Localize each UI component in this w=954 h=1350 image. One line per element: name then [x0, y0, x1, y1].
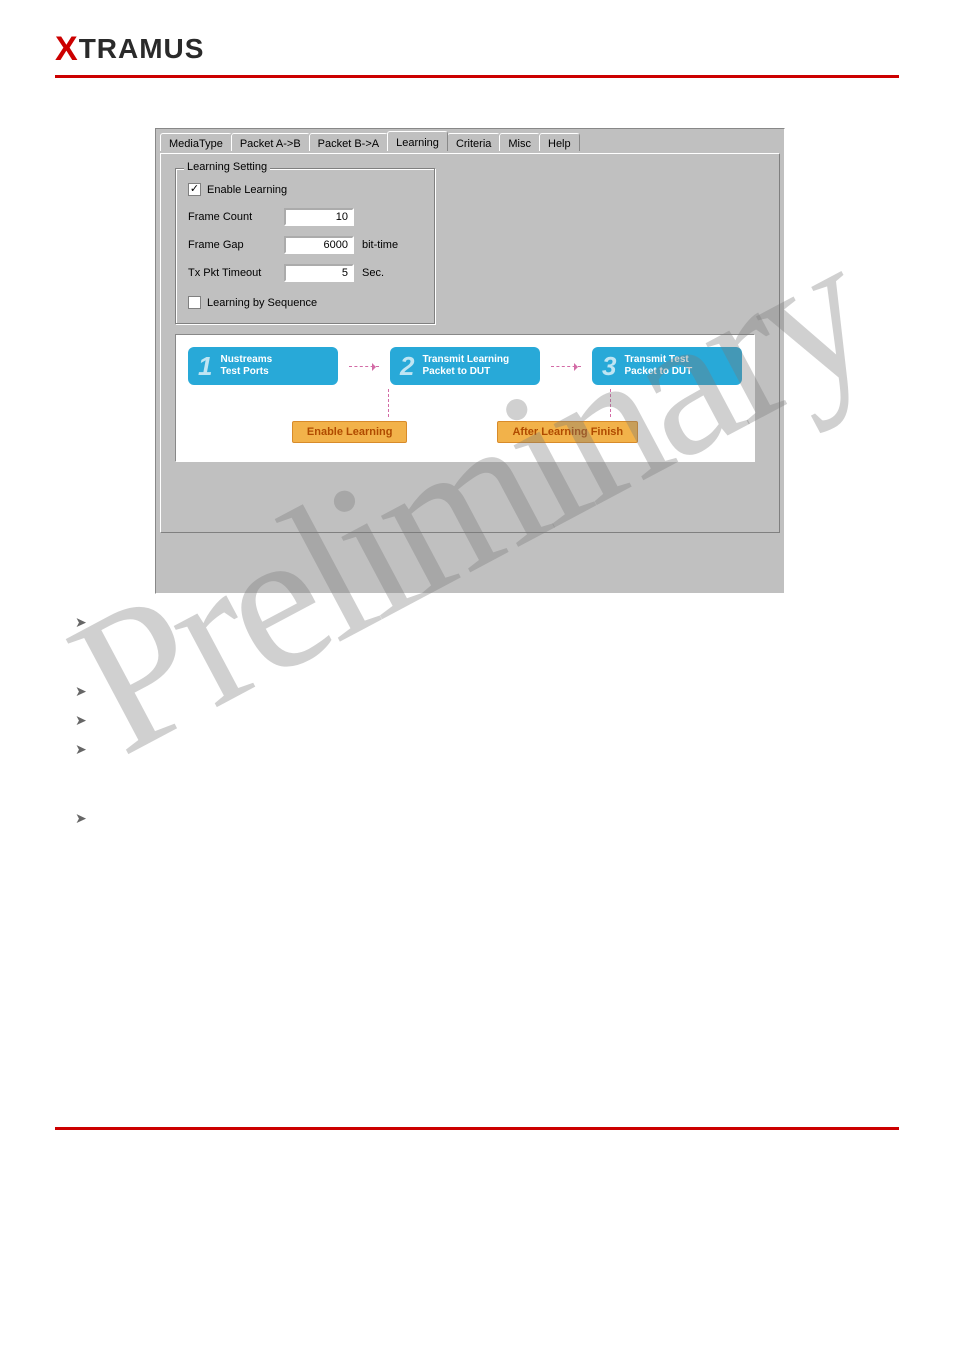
connector-line-icon — [388, 389, 389, 417]
brand-logo: XTRAMUS — [55, 30, 899, 69]
step-2: 2 Transmit Learning Packet to DUT — [390, 347, 540, 385]
enable-learning-checkbox[interactable]: ✓ — [188, 183, 201, 196]
tab-mediatype[interactable]: MediaType — [160, 133, 232, 151]
tx-timeout-input[interactable] — [284, 264, 354, 282]
bullet-list: ➤ ➤ ➤ ➤ ➤ — [75, 614, 899, 827]
tx-timeout-row: Tx Pkt Timeout Sec. — [188, 264, 422, 282]
diagram-steps-row: 1 Nustreams Test Ports 2 Transmit Learni… — [188, 347, 742, 385]
arrow-icon — [349, 366, 379, 367]
frame-count-row: Frame Count — [188, 208, 422, 226]
tx-timeout-unit: Sec. — [362, 267, 384, 279]
tab-packet-a-b[interactable]: Packet A->B — [231, 133, 310, 151]
bullet-icon: ➤ — [75, 810, 87, 827]
list-item: ➤ — [75, 614, 899, 631]
step-1: 1 Nustreams Test Ports — [188, 347, 338, 385]
footer-rule — [55, 1127, 899, 1130]
enable-learning-row: ✓ Enable Learning — [188, 183, 422, 196]
bullet-icon: ➤ — [75, 712, 87, 729]
step-1-number: 1 — [198, 353, 212, 379]
enable-learning-label: Enable Learning — [207, 184, 287, 196]
step-2-text: Transmit Learning Packet to DUT — [422, 354, 509, 379]
frame-gap-row: Frame Gap bit-time — [188, 236, 422, 254]
group-title: Learning Setting — [184, 161, 270, 173]
step-2-number: 2 — [400, 353, 414, 379]
pill-enable-learning: Enable Learning — [292, 421, 408, 443]
tab-misc[interactable]: Misc — [499, 133, 540, 151]
tabs-row: MediaType Packet A->B Packet B->A Learni… — [160, 133, 780, 153]
list-item: ➤ — [75, 712, 899, 729]
list-item: ➤ — [75, 741, 899, 758]
learning-by-sequence-checkbox[interactable] — [188, 296, 201, 309]
tab-learning[interactable]: Learning — [387, 131, 448, 151]
settings-dialog: MediaType Packet A->B Packet B->A Learni… — [155, 128, 785, 594]
arrow-icon — [551, 366, 581, 367]
bullet-icon: ➤ — [75, 683, 87, 700]
tx-timeout-label: Tx Pkt Timeout — [188, 267, 278, 279]
tab-packet-b-a[interactable]: Packet B->A — [309, 133, 388, 151]
learning-setting-group: Learning Setting ✓ Enable Learning Frame… — [175, 168, 435, 324]
connector-line-icon — [610, 389, 611, 417]
pill-after-learning-finish: After Learning Finish — [497, 421, 638, 443]
tab-help[interactable]: Help — [539, 133, 580, 151]
step-3: 3 Transmit Test Packet to DUT — [592, 347, 742, 385]
learning-by-sequence-label: Learning by Sequence — [207, 297, 317, 309]
frame-gap-unit: bit-time — [362, 239, 398, 251]
list-item: ➤ — [75, 810, 899, 827]
step-3-text: Transmit Test Packet to DUT — [624, 354, 692, 379]
bullet-icon: ➤ — [75, 741, 87, 758]
learning-flow-diagram: 1 Nustreams Test Ports 2 Transmit Learni… — [175, 334, 755, 462]
brand-x: X — [55, 30, 79, 68]
header-rule — [55, 75, 899, 78]
step-3-number: 3 — [602, 353, 616, 379]
tab-body-learning: Learning Setting ✓ Enable Learning Frame… — [160, 153, 780, 533]
list-item: ➤ — [75, 683, 899, 700]
frame-count-label: Frame Count — [188, 211, 278, 223]
frame-gap-label: Frame Gap — [188, 239, 278, 251]
diagram-labels-row: Enable Learning After Learning Finish — [188, 421, 742, 443]
frame-gap-input[interactable] — [284, 236, 354, 254]
learning-by-sequence-row: Learning by Sequence — [188, 296, 422, 309]
bullet-icon: ➤ — [75, 614, 87, 631]
brand-rest: TRAMUS — [79, 33, 205, 64]
step-1-text: Nustreams Test Ports — [220, 354, 272, 379]
frame-count-input[interactable] — [284, 208, 354, 226]
tab-criteria[interactable]: Criteria — [447, 133, 500, 151]
